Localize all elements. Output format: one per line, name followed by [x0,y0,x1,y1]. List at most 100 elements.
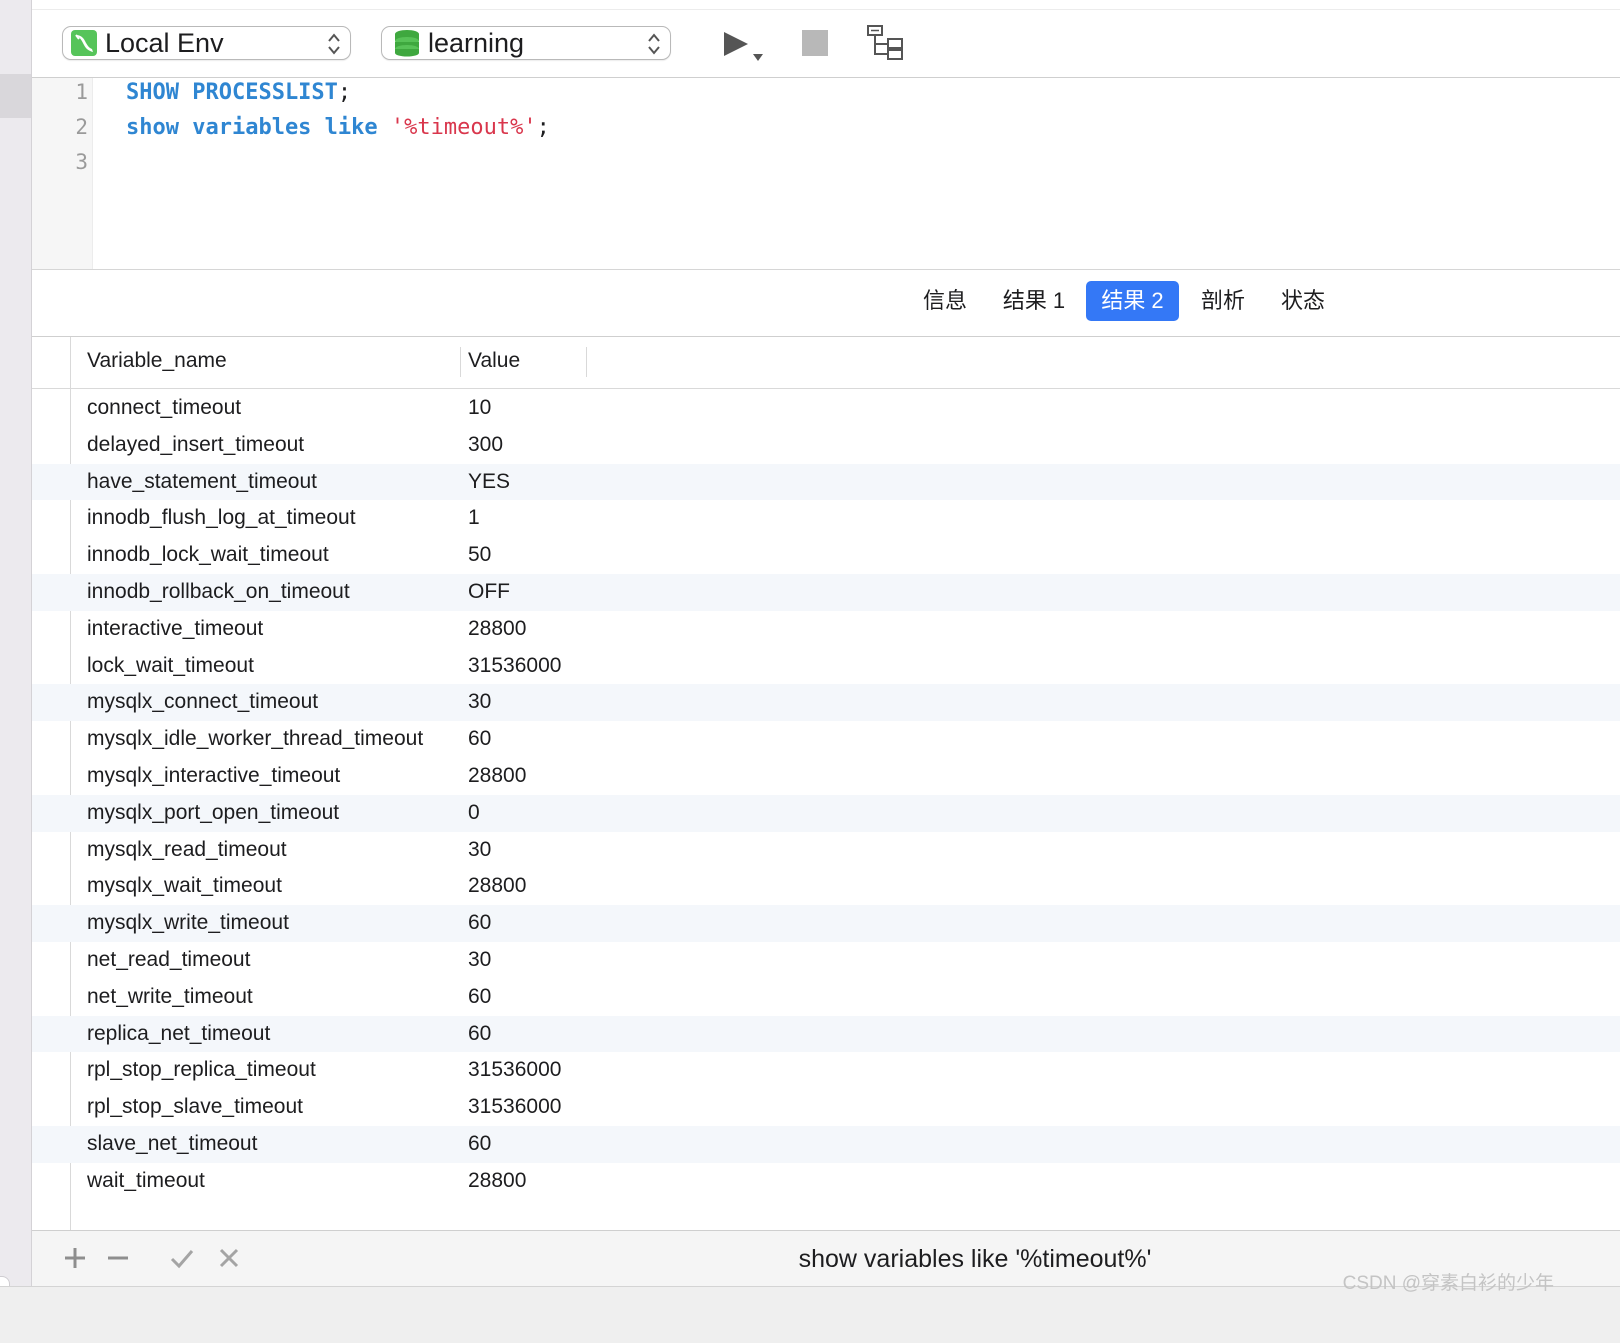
column-separator[interactable] [460,347,461,377]
sql-keyword: show variables like [126,115,378,140]
cell-variable-name[interactable]: mysqlx_connect_timeout [87,690,318,714]
table-row[interactable]: lock_wait_timeout 31536000 [32,648,1620,685]
cell-variable-name[interactable]: mysqlx_read_timeout [87,838,287,862]
table-row[interactable]: mysqlx_interactive_timeout 28800 [32,758,1620,795]
cell-value[interactable]: 10 [468,396,491,420]
column-header-value[interactable]: Value [468,349,520,373]
cell-value[interactable]: 30 [468,690,491,714]
add-row-icon[interactable] [62,1245,88,1271]
cell-variable-name[interactable]: rpl_stop_slave_timeout [87,1095,303,1119]
table-row[interactable]: connect_timeout 10 [32,390,1620,427]
table-row[interactable]: innodb_rollback_on_timeout OFF [32,573,1620,611]
explain-tree-icon[interactable] [866,24,906,64]
tab-status[interactable]: 状态 [1266,281,1340,321]
table-row[interactable]: rpl_stop_slave_timeout 31536000 [32,1089,1620,1126]
discard-x-icon[interactable] [216,1245,242,1271]
cell-value[interactable]: 30 [468,948,491,972]
cell-variable-name[interactable]: slave_net_timeout [87,1132,257,1156]
cell-variable-name[interactable]: mysqlx_write_timeout [87,911,289,935]
cell-variable-name[interactable]: innodb_rollback_on_timeout [87,580,350,604]
cell-variable-name[interactable]: wait_timeout [87,1169,205,1193]
connection-select[interactable]: Local Env [62,26,351,60]
cell-value[interactable]: 0 [468,801,480,825]
table-row[interactable]: replica_net_timeout 60 [32,1015,1620,1053]
cell-variable-name[interactable]: mysqlx_port_open_timeout [87,801,339,825]
watermark: CSDN @穿素白衫的少年 [1342,1273,1554,1294]
cell-value[interactable]: 31536000 [468,654,561,678]
cell-value[interactable]: 60 [468,1132,491,1156]
chevron-updown-icon [648,33,660,55]
chevron-updown-icon [328,33,340,55]
cell-value[interactable]: 50 [468,543,491,567]
cell-variable-name[interactable]: net_write_timeout [87,985,253,1009]
cell-variable-name[interactable]: innodb_lock_wait_timeout [87,543,329,567]
column-header-variable-name[interactable]: Variable_name [87,349,227,373]
sql-punctuation: ; [337,80,352,105]
sql-keyword: SHOW PROCESSLIST [126,80,338,105]
apply-check-icon[interactable] [169,1245,195,1271]
sql-editor[interactable]: 1 SHOW PROCESSLIST; 2 show variables like '… [32,78,1620,270]
table-row[interactable]: innodb_flush_log_at_timeout 1 [32,500,1620,537]
cell-variable-name[interactable]: connect_timeout [87,396,241,420]
table-row[interactable]: rpl_stop_replica_timeout 31536000 [32,1052,1620,1089]
cell-value[interactable]: 28800 [468,874,526,898]
table-row[interactable]: have_statement_timeout YES [32,463,1620,501]
table-row[interactable]: mysqlx_idle_worker_thread_timeout 60 [32,721,1620,758]
table-row[interactable]: innodb_lock_wait_timeout 50 [32,537,1620,574]
play-icon[interactable] [720,28,770,64]
cell-variable-name[interactable]: have_statement_timeout [87,470,317,494]
column-separator[interactable] [586,347,587,377]
tab-profile[interactable]: 剖析 [1186,281,1260,321]
database-select[interactable]: learning [381,26,671,60]
table-row[interactable]: slave_net_timeout 60 [32,1125,1620,1163]
cell-value[interactable]: 30 [468,838,491,862]
cell-value[interactable]: 28800 [468,617,526,641]
cell-value[interactable]: 60 [468,911,491,935]
table-row[interactable]: mysqlx_wait_timeout 28800 [32,868,1620,905]
table-row[interactable]: interactive_timeout 28800 [32,611,1620,648]
cell-value[interactable]: OFF [468,580,510,604]
cell-variable-name[interactable]: net_read_timeout [87,948,250,972]
cell-value[interactable]: 60 [468,985,491,1009]
cell-variable-name[interactable]: mysqlx_interactive_timeout [87,764,340,788]
code-line[interactable]: SHOW PROCESSLIST; [126,80,351,105]
cell-variable-name[interactable]: innodb_flush_log_at_timeout [87,506,356,530]
cell-value[interactable]: 300 [468,433,503,457]
cell-value[interactable]: 60 [468,1022,491,1046]
cell-variable-name[interactable]: lock_wait_timeout [87,654,254,678]
cell-value[interactable]: 28800 [468,1169,526,1193]
table-row[interactable]: mysqlx_port_open_timeout 0 [32,794,1620,832]
cell-variable-name[interactable]: delayed_insert_timeout [87,433,304,457]
cell-variable-name[interactable]: mysqlx_wait_timeout [87,874,282,898]
sql-string: '%timeout%' [390,115,537,140]
table-row[interactable]: mysqlx_read_timeout 30 [32,832,1620,869]
tab-info[interactable]: 信息 [908,281,982,321]
cell-variable-name[interactable]: rpl_stop_replica_timeout [87,1058,316,1082]
table-row[interactable]: net_read_timeout 30 [32,942,1620,979]
table-row[interactable]: net_write_timeout 60 [32,979,1620,1016]
cell-value[interactable]: 1 [468,506,480,530]
stop-icon[interactable] [802,30,828,56]
sql-punctuation [378,115,391,140]
cell-value[interactable]: 28800 [468,764,526,788]
cell-value[interactable]: YES [468,470,510,494]
remove-row-icon[interactable] [105,1245,131,1271]
cell-value[interactable]: 31536000 [468,1058,561,1082]
line-number: 2 [75,115,88,139]
cell-variable-name[interactable]: interactive_timeout [87,617,263,641]
database-label: learning [428,27,525,58]
result-grid[interactable]: Variable_name Value connect_timeout 10 del… [32,337,1620,1231]
cell-value[interactable]: 60 [468,727,491,751]
cell-value[interactable]: 31536000 [468,1095,561,1119]
table-row[interactable]: mysqlx_write_timeout 60 [32,905,1620,942]
table-row[interactable]: mysqlx_connect_timeout 30 [32,684,1620,722]
table-row[interactable]: delayed_insert_timeout 300 [32,427,1620,464]
tab-result-1[interactable]: 结果 1 [990,281,1078,321]
tab-result-2[interactable]: 结果 2 [1086,281,1179,321]
table-body: connect_timeout 10 delayed_insert_timeout 3… [32,390,1620,1200]
code-line[interactable]: show variables like '%timeout%'; [126,115,550,140]
table-row[interactable]: wait_timeout 28800 [32,1163,1620,1200]
cell-variable-name[interactable]: replica_net_timeout [87,1022,270,1046]
database-stack-icon [395,30,419,57]
cell-variable-name[interactable]: mysqlx_idle_worker_thread_timeout [87,727,423,751]
